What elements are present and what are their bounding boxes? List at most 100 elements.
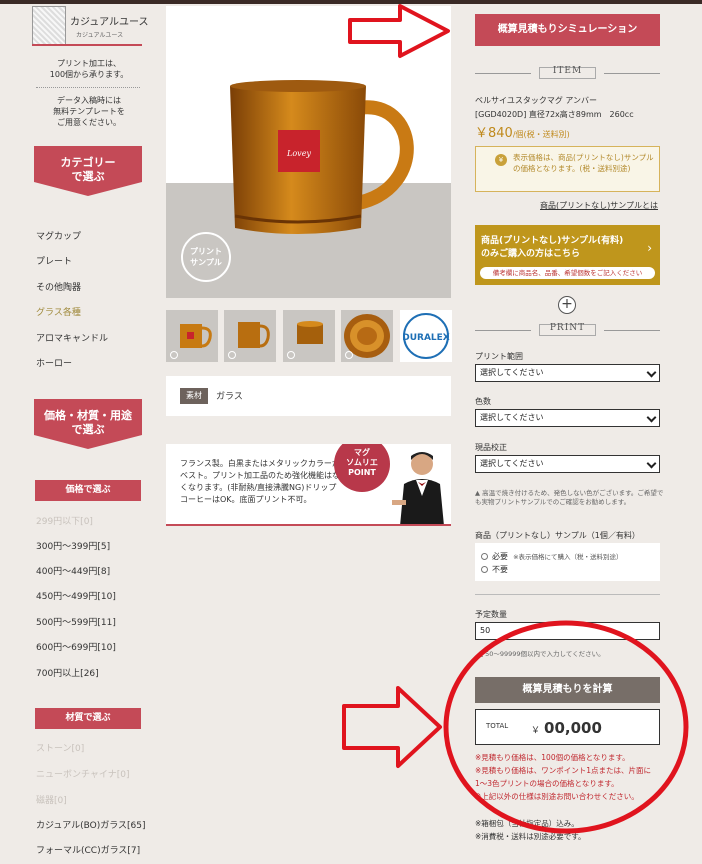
category-aroma-candle[interactable]: アロマキャンドル xyxy=(36,331,108,344)
thumbnail[interactable] xyxy=(283,310,335,362)
material-value: ガラス xyxy=(216,392,243,402)
price-filter-item[interactable]: 600円〜699円[10] xyxy=(36,640,116,653)
sample-option-label: 商品（プリントなし）サンプル（1個／有料） xyxy=(475,531,640,540)
logo-image xyxy=(32,6,66,46)
promo-badge: マグ ソムリエ POINT xyxy=(334,444,390,492)
product-photo: Lovey プリント サンプル xyxy=(166,6,451,298)
radio-label: 必要 xyxy=(492,552,508,561)
price-filter-item[interactable]: 450円〜499円[10] xyxy=(36,589,116,602)
material-filter-item: 磁器[0] xyxy=(36,796,67,806)
price-filter-item[interactable]: 400円〜449円[8] xyxy=(36,564,110,577)
colors-label: 色数 xyxy=(475,397,491,406)
logo-subtitle: カジュアルユース xyxy=(76,32,124,39)
material-label: 素材 xyxy=(180,388,208,404)
total-amount: 00,000 xyxy=(544,719,602,737)
thumbnail[interactable] xyxy=(224,310,276,362)
category-mug[interactable]: マグカップ xyxy=(36,229,81,242)
print-section-label: PRINT xyxy=(475,323,660,337)
note-line: プリント加工は、 xyxy=(57,59,121,68)
select-value: 選択してください xyxy=(480,368,544,377)
template-note: データ入稿時には 無料テンプレートを ご用意ください。 xyxy=(34,95,144,128)
sample-purchase-button[interactable]: 商品(プリントなし)サンプル(有料) のみご購入の方はこちら › 備考欄に商品名… xyxy=(475,225,660,285)
category-glass[interactable]: グラス各種 xyxy=(36,305,81,318)
price-material-banner: 価格・材質・用途 で選ぶ xyxy=(34,399,142,449)
banner-line: 価格・材質・用途 xyxy=(44,409,132,422)
badge-line: マグ xyxy=(354,448,370,457)
product-name: ベルサイユスタックマグ アンバー xyxy=(475,96,598,105)
banner-line: カテゴリー xyxy=(60,156,116,169)
material-row: 素材 ガラス xyxy=(166,376,451,416)
thumbnail[interactable] xyxy=(166,310,218,362)
yen-icon: ¥ xyxy=(495,154,507,166)
mug-sommelier-point: フランス製。白黒またはメタリックカラーがベスト。プリント加工品のため強化機能はな… xyxy=(166,444,451,526)
quantity-input[interactable]: 50 xyxy=(475,622,660,640)
colors-select[interactable]: 選択してください xyxy=(475,409,660,427)
note-line: データ入稿時には xyxy=(57,96,121,105)
product-price: ￥840/個(税・送料別) xyxy=(475,122,570,141)
print-range-label: プリント範囲 xyxy=(475,352,523,361)
svg-text:DURALEX: DURALEX xyxy=(402,333,450,343)
material-filter-header: 材質で選ぶ xyxy=(35,708,141,729)
note-line: ご用意ください。 xyxy=(57,118,121,127)
estimate-note: ※上記以外の仕様は別途お問い合わせください。 xyxy=(475,792,639,801)
radio-required[interactable]: 必要 ※表示価格にて購入（税・送料別途） xyxy=(481,551,623,562)
quantity-note: ▲ 50〜99999個以内で入力してください。 xyxy=(478,650,605,658)
badge-line: POINT xyxy=(348,468,376,477)
plus-icon: + xyxy=(558,296,576,314)
thumbnail[interactable] xyxy=(341,310,393,362)
top-bar xyxy=(0,0,702,4)
print-minimum-note: プリント加工は、 100個から承ります。 xyxy=(34,58,144,80)
proof-select[interactable]: 選択してください xyxy=(475,455,660,473)
packaging-note: ※箱梱包（当社指定品）込み。 xyxy=(475,819,579,828)
note-line: 無料テンプレートを xyxy=(53,107,125,116)
thumbnail-strip: DURALEX xyxy=(166,310,452,362)
quantity-label: 予定数量 xyxy=(475,610,507,619)
estimate-note: ※見積もり価格は、100個の価格となります。 xyxy=(475,753,630,762)
proof-label: 現品校正 xyxy=(475,443,507,452)
sample-button-line: のみご購入の方はこちら xyxy=(481,249,581,259)
simulation-button[interactable]: 概算見積もりシミュレーション xyxy=(475,14,660,46)
total-currency: ￥ xyxy=(531,726,541,736)
sample-option-radios: 必要 ※表示価格にて購入（税・送料別途） 不要 xyxy=(475,543,660,581)
item-label: ITEM xyxy=(552,66,583,76)
price-filter-item[interactable]: 500円〜599円[11] xyxy=(36,615,116,628)
category-other-ceramics[interactable]: その他陶器 xyxy=(36,280,81,293)
product-spec: [GGD4020D] 直径72x高さ89mm 260cc xyxy=(475,110,634,119)
divider xyxy=(475,594,660,595)
thumbnail-duralex-logo[interactable]: DURALEX xyxy=(400,310,452,362)
estimate-note: ※見積もり価格は、ワンポイント1点または、片面に1〜3色プリントの場合の価格とな… xyxy=(475,766,652,788)
price-note-text: 表示価格は、商品(プリントなし)サンプルの価格となります。(税・送料別途) xyxy=(513,153,654,173)
material-filter-item[interactable]: カジュアル(BO)ガラス[65] xyxy=(36,818,146,831)
sample-button-note: 備考欄に商品名、品番、希望個数をご記入ください xyxy=(480,267,655,279)
price-filter-item[interactable]: 300円〜399円[5] xyxy=(36,539,110,552)
price-filter-item: 299円以下[0] xyxy=(36,517,93,527)
print-sample-badge: プリント サンプル xyxy=(181,232,231,282)
sample-info-link[interactable]: 商品(プリントなし)サンプルとは xyxy=(540,200,658,211)
badge-line: サンプル xyxy=(190,258,222,267)
category-banner: カテゴリー で選ぶ xyxy=(34,146,142,196)
price-filter-item[interactable]: 700円以上[26] xyxy=(36,666,99,679)
select-value: 選択してください xyxy=(480,459,544,468)
logo-underline xyxy=(32,44,142,46)
banner-line: で選ぶ xyxy=(71,170,105,183)
price-unit: /個(税・送料別) xyxy=(512,130,570,139)
category-plate[interactable]: プレート xyxy=(36,254,72,267)
tax-shipping-note: ※消費税・送料は別途必要です。 xyxy=(475,832,586,841)
category-enamel[interactable]: ホーロー xyxy=(36,356,72,369)
sommelier-person-image xyxy=(392,452,444,524)
radio-not-required[interactable]: 不要 xyxy=(481,564,508,575)
print-label: PRINT xyxy=(549,323,586,333)
total-label: TOTAL xyxy=(486,722,509,730)
price-filter-header: 価格で選ぶ xyxy=(35,480,141,501)
material-filter-item[interactable]: フォーマル(CC)ガラス[7] xyxy=(36,843,140,856)
promo-text: フランス製。白黒またはメタリックカラーがベスト。プリント加工品のため強化機能はな… xyxy=(180,459,340,504)
material-filter-item: ストーン[0] xyxy=(36,744,85,754)
calculate-estimate-button[interactable]: 概算見積もりを計算 xyxy=(475,677,660,703)
total-value: ￥ 00,000 xyxy=(531,719,602,737)
sample-button-line: 商品(プリントなし)サンプル(有料) xyxy=(481,236,624,246)
chevron-down-icon xyxy=(646,367,657,378)
badge-line: プリント xyxy=(190,247,222,256)
print-range-select[interactable]: 選択してください xyxy=(475,364,660,382)
proof-note: ▲ 高温で焼き付けるため、発色しない色がございます。ご希望でも実物プリントサンプ… xyxy=(475,489,664,506)
site-logo[interactable]: カジュアルユース カジュアルユース xyxy=(32,6,149,46)
